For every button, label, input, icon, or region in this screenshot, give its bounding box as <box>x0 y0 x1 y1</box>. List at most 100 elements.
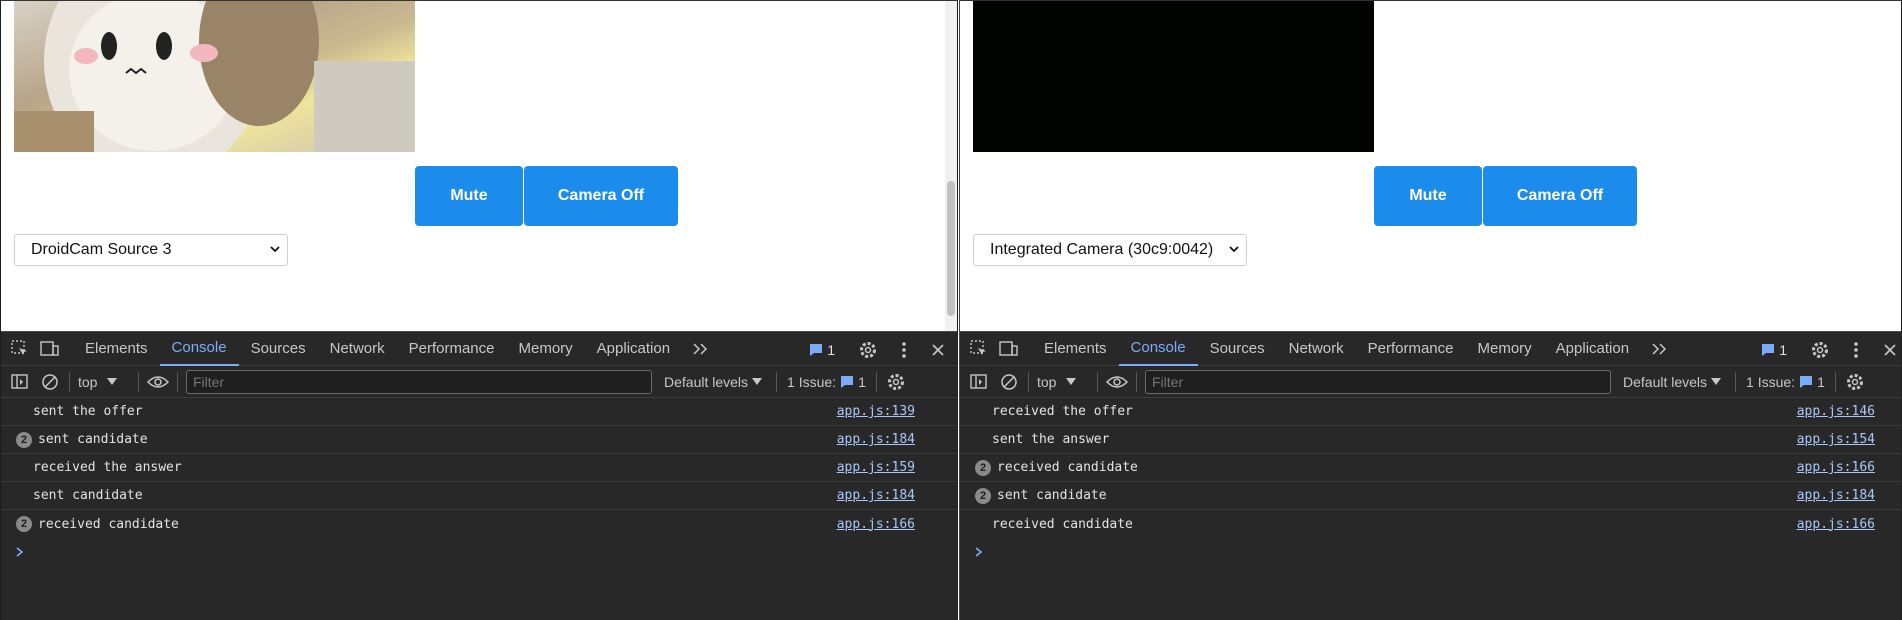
issues-button[interactable]: 1 Issue: 1 <box>1746 374 1825 390</box>
device-toolbar-icon[interactable] <box>39 338 61 360</box>
log-source-link[interactable]: app.js:159 <box>837 460 915 475</box>
mute-button[interactable]: Mute <box>415 166 523 226</box>
messages-badge[interactable]: 1 <box>809 342 835 358</box>
sidebar-toggle-icon[interactable] <box>9 371 31 393</box>
camera-select-value: Integrated Camera (30c9:0042) <box>990 241 1214 258</box>
tab-network[interactable]: Network <box>1277 331 1356 366</box>
tab-application[interactable]: Application <box>1544 331 1641 366</box>
more-tabs-icon[interactable] <box>1649 338 1671 360</box>
camera-off-button[interactable]: Camera Off <box>1483 166 1637 226</box>
kebab-menu-icon[interactable] <box>1845 339 1867 361</box>
console-log-line: 2 received candidate app.js:166 <box>960 454 1901 482</box>
sidebar-toggle-icon[interactable] <box>968 371 990 393</box>
tab-performance[interactable]: Performance <box>397 331 507 366</box>
settings-gear-icon[interactable] <box>1809 339 1831 361</box>
tab-network[interactable]: Network <box>318 331 397 366</box>
more-tabs-icon[interactable] <box>690 338 712 360</box>
messages-count: 1 <box>1779 341 1787 358</box>
clear-console-icon[interactable] <box>39 371 61 393</box>
caret-down-icon <box>107 377 118 385</box>
console-log-line: 2 received candidate app.js:166 <box>1 510 957 538</box>
plush-toy-image <box>14 1 415 152</box>
log-source-link[interactable]: app.js:166 <box>837 517 915 532</box>
log-source-link[interactable]: app.js:154 <box>1797 432 1875 447</box>
tab-memory[interactable]: Memory <box>507 331 585 366</box>
local-video <box>14 1 415 152</box>
log-source-link[interactable]: app.js:184 <box>837 488 915 503</box>
close-icon[interactable] <box>1879 339 1901 361</box>
log-message: received the offer <box>992 404 1133 419</box>
live-expression-eye-icon[interactable] <box>1106 371 1128 393</box>
devtools-panel: Elements Console Sources Network Perform… <box>1 331 957 620</box>
camera-select[interactable]: Integrated Camera (30c9:0042) <box>973 234 1247 266</box>
chevron-down-icon <box>270 246 280 253</box>
divider <box>177 371 178 392</box>
inspect-element-icon[interactable] <box>968 338 990 360</box>
local-video <box>973 1 1374 152</box>
log-levels-dropdown[interactable]: Default levels <box>1623 374 1722 390</box>
log-source-link[interactable]: app.js:184 <box>837 432 915 447</box>
log-source-link[interactable]: app.js:166 <box>1797 517 1875 532</box>
log-source-link[interactable]: app.js:166 <box>1797 460 1875 475</box>
live-expression-eye-icon[interactable] <box>147 371 169 393</box>
right-browser-pane: Mute Camera Off Integrated Camera (30c9:… <box>959 0 1902 620</box>
clear-console-icon[interactable] <box>998 371 1020 393</box>
console-settings-gear-icon[interactable] <box>885 371 907 393</box>
console-prompt-line[interactable] <box>1 538 957 566</box>
mute-button[interactable]: Mute <box>1374 166 1482 226</box>
kebab-menu-icon[interactable] <box>893 339 915 361</box>
tab-sources[interactable]: Sources <box>1198 331 1277 366</box>
tab-memory[interactable]: Memory <box>1466 331 1544 366</box>
context-value: top <box>78 373 98 390</box>
tab-application[interactable]: Application <box>585 331 682 366</box>
console-settings-gear-icon[interactable] <box>1844 371 1866 393</box>
prompt-chevron-icon <box>975 547 983 557</box>
log-message: received the answer <box>33 460 182 475</box>
caret-down-icon <box>1711 377 1722 385</box>
message-icon <box>1762 343 1775 356</box>
tab-elements[interactable]: Elements <box>73 331 160 366</box>
console-output: sent the offer app.js:139 2 sent candida… <box>1 398 957 620</box>
chevron-down-icon <box>1229 246 1239 253</box>
tab-elements[interactable]: Elements <box>1032 331 1119 366</box>
camera-off-button[interactable]: Camera Off <box>524 166 678 226</box>
log-source-link[interactable]: app.js:139 <box>837 404 915 419</box>
divider <box>1097 371 1098 392</box>
close-icon[interactable] <box>927 339 949 361</box>
filter-input[interactable] <box>186 369 652 394</box>
context-selector[interactable]: top <box>78 374 130 390</box>
console-log-line: received the offer app.js:146 <box>960 398 1901 426</box>
context-value: top <box>1037 373 1057 390</box>
console-toolbar: top Default levels 1 Issue: 1 <box>1 366 957 398</box>
log-levels-dropdown[interactable]: Default levels <box>664 374 763 390</box>
log-source-link[interactable]: app.js:146 <box>1797 404 1875 419</box>
page-scrollbar[interactable] <box>945 1 957 331</box>
divider <box>1028 371 1029 392</box>
device-toolbar-icon[interactable] <box>998 338 1020 360</box>
scrollbar-thumb[interactable] <box>947 181 955 316</box>
divider <box>69 371 70 392</box>
context-selector[interactable]: top <box>1037 374 1089 390</box>
tab-sources[interactable]: Sources <box>239 331 318 366</box>
prompt-chevron-icon <box>16 547 24 557</box>
tab-performance[interactable]: Performance <box>1356 331 1466 366</box>
log-message: sent candidate <box>997 488 1107 503</box>
inspect-element-icon[interactable] <box>9 338 31 360</box>
webpage-viewport: Mute Camera Off Integrated Camera (30c9:… <box>960 0 1901 331</box>
camera-select-value: DroidCam Source 3 <box>31 241 172 258</box>
issues-count: 1 <box>1817 373 1825 390</box>
repeat-count-badge: 2 <box>975 459 991 476</box>
console-prompt-line[interactable] <box>960 538 1901 566</box>
filter-input[interactable] <box>1145 369 1611 394</box>
divider <box>875 371 877 392</box>
settings-gear-icon[interactable] <box>857 339 879 361</box>
tab-console[interactable]: Console <box>159 331 239 366</box>
log-source-link[interactable]: app.js:184 <box>1797 488 1875 503</box>
camera-select[interactable]: DroidCam Source 3 <box>14 234 288 266</box>
messages-badge[interactable]: 1 <box>1761 342 1787 358</box>
log-message: sent the offer <box>33 404 143 419</box>
issues-button[interactable]: 1 Issue: 1 <box>787 374 866 390</box>
log-message: sent candidate <box>33 488 143 503</box>
console-log-line: sent the answer app.js:154 <box>960 426 1901 454</box>
tab-console[interactable]: Console <box>1118 331 1198 366</box>
